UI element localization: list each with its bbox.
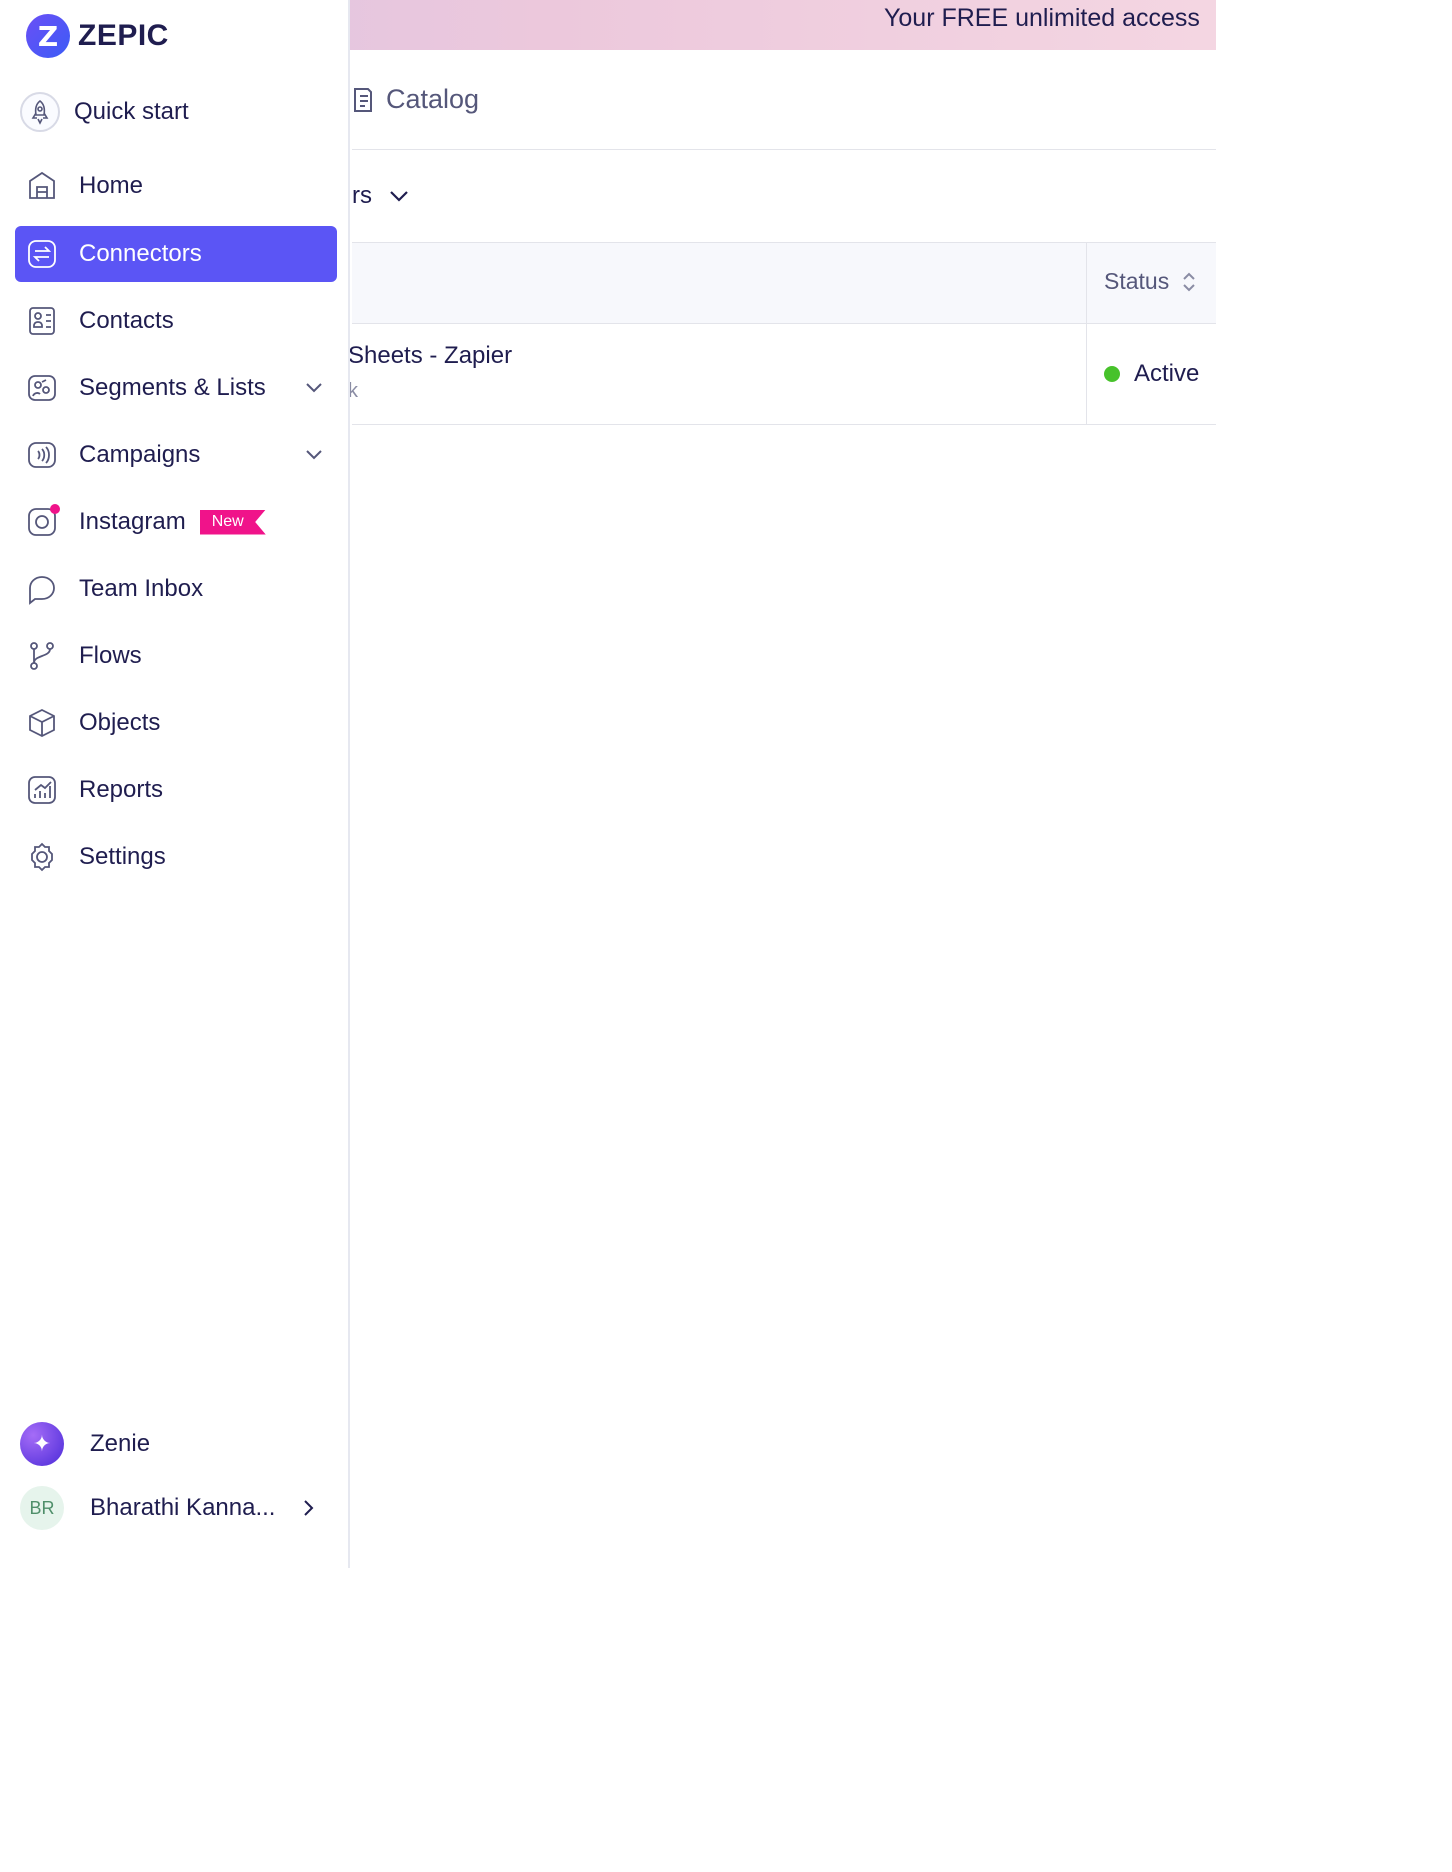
sidebar-item-label: Settings	[79, 843, 166, 870]
status-header-label: Status	[1104, 268, 1170, 294]
banner-text: Your FREE unlimited access	[884, 4, 1200, 32]
connectors-icon	[25, 237, 59, 271]
zepic-logo-icon: Z	[26, 14, 70, 58]
sidebar-item-flows[interactable]: Flows	[15, 628, 337, 684]
sidebar-item-label: Flows	[79, 642, 142, 669]
contacts-icon	[25, 304, 59, 338]
zenie-assistant-button[interactable]: ✦ Zenie	[20, 1422, 150, 1466]
status-column-header[interactable]: Status	[1104, 268, 1197, 295]
sidebar-item-settings[interactable]: Settings	[15, 829, 337, 885]
status-dot	[1104, 366, 1120, 382]
chevron-down-icon	[390, 191, 408, 202]
sidebar-item-label: Home	[79, 172, 144, 199]
sparkle-icon: ✦	[20, 1422, 64, 1466]
tab-divider	[352, 149, 1216, 150]
rocket-icon	[20, 92, 60, 132]
quick-start-label: Quick start	[74, 98, 189, 125]
sidebar-item-segments-lists[interactable]: Segments & Lists	[15, 360, 337, 416]
segments-icon	[25, 371, 59, 405]
sidebar: Z ZEPIC Quick start Home Connectors Cont…	[0, 0, 350, 1568]
sidebar-item-label: Contacts	[79, 307, 174, 334]
catalog-icon	[354, 87, 372, 112]
filter-dropdown[interactable]: rs	[352, 182, 410, 210]
sidebar-item-label: Segments & Lists	[79, 374, 266, 401]
quick-start-link[interactable]: Quick start	[20, 92, 189, 132]
campaigns-icon	[25, 438, 59, 472]
cube-icon	[25, 706, 59, 740]
sidebar-item-connectors[interactable]: Connectors	[15, 226, 337, 282]
brand-name: ZEPIC	[78, 19, 169, 52]
tab-catalog[interactable]: Catalog	[352, 84, 479, 115]
sidebar-item-reports[interactable]: Reports	[15, 762, 337, 818]
chevron-right-icon	[304, 1500, 314, 1516]
chat-bubble-icon	[25, 572, 59, 606]
column-divider	[1086, 242, 1087, 424]
zenie-label: Zenie	[90, 1430, 151, 1457]
home-icon	[25, 169, 59, 203]
sidebar-item-label: Campaigns	[79, 441, 201, 468]
flows-icon	[25, 639, 59, 673]
chevron-down-icon[interactable]	[303, 376, 325, 398]
sidebar-item-contacts[interactable]: Contacts	[15, 293, 337, 349]
sidebar-item-label: Objects	[79, 709, 161, 736]
user-menu[interactable]: BR Bharathi Kanna...	[20, 1486, 319, 1530]
chevron-down-icon[interactable]	[303, 443, 325, 465]
sidebar-item-instagram[interactable]: Instagram New	[15, 494, 337, 550]
sidebar-item-label: Instagram	[79, 508, 186, 535]
sort-icon	[1183, 272, 1195, 291]
brand-logo[interactable]: Z ZEPIC	[26, 14, 169, 58]
sidebar-item-label: Team Inbox	[79, 575, 204, 602]
gear-icon	[25, 840, 59, 874]
sidebar-item-label: Reports	[79, 776, 164, 803]
sidebar-item-team-inbox[interactable]: Team Inbox	[15, 561, 337, 617]
filter-label: rs	[352, 182, 372, 209]
user-name: Bharathi Kanna...	[90, 1494, 276, 1521]
sidebar-item-home[interactable]: Home	[15, 158, 337, 214]
avatar: BR	[20, 1486, 64, 1530]
notification-dot	[50, 504, 60, 514]
chart-icon	[25, 773, 59, 807]
sidebar-item-campaigns[interactable]: Campaigns	[15, 427, 337, 483]
sidebar-item-label: Connectors	[79, 240, 202, 267]
new-badge: New	[199, 509, 266, 535]
status-label: Active	[1134, 360, 1200, 387]
tab-catalog-label: Catalog	[386, 84, 480, 114]
sidebar-item-objects[interactable]: Objects	[15, 695, 337, 751]
connector-name[interactable]: Sheets - Zapier	[348, 342, 512, 370]
status-badge: Active	[1104, 360, 1199, 388]
row-divider	[352, 424, 1216, 425]
